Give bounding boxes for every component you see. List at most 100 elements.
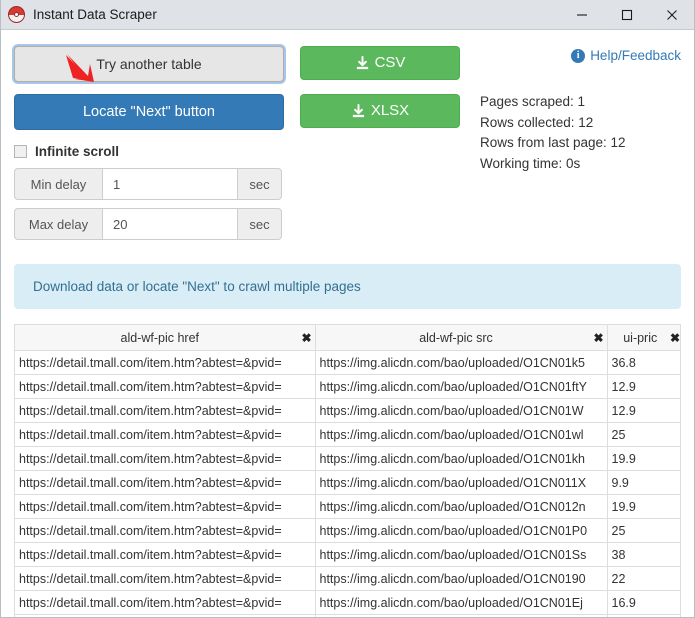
left-controls-column: Try another table Locate "Next" button I… — [14, 46, 284, 248]
table-row: https://detail.tmall.com/item.htm?abtest… — [15, 399, 681, 423]
table-row: https://detail.tmall.com/item.htm?abtest… — [15, 543, 681, 567]
table-row: https://detail.tmall.com/item.htm?abtest… — [15, 375, 681, 399]
cell-href: https://detail.tmall.com/item.htm?abtest… — [15, 495, 315, 519]
cell-href: https://detail.tmall.com/item.htm?abtest… — [15, 423, 315, 447]
main-content: Try another table Locate "Next" button I… — [1, 30, 694, 618]
close-icon[interactable] — [649, 0, 694, 30]
table-row: https://detail.tmall.com/item.htm?abtest… — [15, 495, 681, 519]
max-delay-input[interactable] — [102, 208, 238, 240]
cell-src: https://img.alicdn.com/bao/uploaded/O1CN… — [315, 399, 607, 423]
cell-src: https://img.alicdn.com/bao/uploaded/O1CN… — [315, 591, 607, 615]
cell-src: https://img.alicdn.com/bao/uploaded/O1CN… — [315, 495, 607, 519]
cell-price: 9.9 — [607, 471, 681, 495]
info-alert: Download data or locate "Next" to crawl … — [14, 264, 681, 309]
cell-price: 25 — [607, 519, 681, 543]
cell-price: 19.9 — [607, 447, 681, 471]
cell-href: https://detail.tmall.com/item.htm?abtest… — [15, 543, 315, 567]
download-xlsx-label: XLSX — [371, 103, 409, 119]
table-row: https://detail.tmall.com/item.htm?abtest… — [15, 351, 681, 375]
cell-src: https://img.alicdn.com/bao/uploaded/O1CN… — [315, 351, 607, 375]
help-feedback-label: Help/Feedback — [590, 48, 681, 63]
stat-working-time: Working time: 0s — [480, 154, 681, 175]
table-row: https://detail.tmall.com/item.htm?abtest… — [15, 447, 681, 471]
cell-src: https://img.alicdn.com/bao/uploaded/O1CN… — [315, 567, 607, 591]
cell-price: 25 — [607, 423, 681, 447]
window-controls — [559, 0, 694, 30]
cell-price: 38 — [607, 543, 681, 567]
data-table-container: ald-wf-pic href ✖ ald-wf-pic src ✖ ui-pr… — [14, 324, 681, 618]
cell-price: 36.8 — [607, 351, 681, 375]
column-header-href-label: ald-wf-pic href — [19, 331, 311, 345]
download-icon — [355, 56, 370, 71]
scrape-stats: Pages scraped: 1 Rows collected: 12 Rows… — [480, 92, 681, 174]
cell-href: https://detail.tmall.com/item.htm?abtest… — [15, 567, 315, 591]
cell-src: https://img.alicdn.com/bao/uploaded/O1CN… — [315, 519, 607, 543]
remove-column-icon[interactable]: ✖ — [670, 332, 680, 344]
table-header: ald-wf-pic href ✖ ald-wf-pic src ✖ ui-pr… — [15, 325, 681, 351]
controls-area: Try another table Locate "Next" button I… — [1, 30, 694, 248]
download-xlsx-button[interactable]: XLSX — [300, 94, 460, 128]
cell-price: 12.9 — [607, 615, 681, 618]
cell-href: https://detail.tmall.com/item.htm?abtest… — [15, 447, 315, 471]
column-header-price-label: ui-pric — [612, 331, 680, 345]
column-header-href[interactable]: ald-wf-pic href ✖ — [15, 325, 315, 351]
cell-src: https://img.alicdn.com/bao/uploaded/O1CN… — [315, 615, 607, 618]
cell-src: https://img.alicdn.com/bao/uploaded/O1CN… — [315, 375, 607, 399]
cell-href: https://detail.tmall.com/item.htm?abtest… — [15, 351, 315, 375]
infinite-scroll-checkbox[interactable] — [14, 145, 27, 158]
min-delay-input[interactable] — [102, 168, 238, 200]
cell-href: https://detail.tmall.com/item.htm?abtest… — [15, 471, 315, 495]
table-row: https://detail.tmall.com/item.htm?abtest… — [15, 567, 681, 591]
min-delay-label: Min delay — [14, 168, 102, 200]
app-logo-icon — [8, 6, 25, 23]
cell-href: https://detail.tmall.com/item.htm?abtest… — [15, 375, 315, 399]
cell-price: 22 — [607, 567, 681, 591]
remove-column-icon[interactable]: ✖ — [301, 332, 311, 344]
download-csv-button[interactable]: CSV — [300, 46, 460, 80]
export-buttons-column: CSV XLSX — [300, 46, 460, 128]
column-header-price[interactable]: ui-pric ✖ — [607, 325, 681, 351]
column-header-src[interactable]: ald-wf-pic src ✖ — [315, 325, 607, 351]
cell-href: https://detail.tmall.com/item.htm?abtest… — [15, 591, 315, 615]
column-header-src-label: ald-wf-pic src — [320, 331, 603, 345]
infinite-scroll-row[interactable]: Infinite scroll — [14, 144, 284, 159]
cell-href: https://detail.tmall.com/item.htm?abtest… — [15, 615, 315, 618]
cell-src: https://img.alicdn.com/bao/uploaded/O1CN… — [315, 447, 607, 471]
download-csv-label: CSV — [375, 55, 406, 71]
status-column: i Help/Feedback Pages scraped: 1 Rows co… — [480, 46, 681, 174]
cell-price: 16.9 — [607, 591, 681, 615]
cell-src: https://img.alicdn.com/bao/uploaded/O1CN… — [315, 423, 607, 447]
cell-price: 12.9 — [607, 375, 681, 399]
cell-src: https://img.alicdn.com/bao/uploaded/O1CN… — [315, 471, 607, 495]
table-row: https://detail.tmall.com/item.htm?abtest… — [15, 471, 681, 495]
help-feedback-link[interactable]: i Help/Feedback — [571, 48, 681, 63]
app-window: Instant Data Scraper Try another table — [0, 0, 695, 618]
info-circle-icon: i — [571, 49, 585, 63]
download-icon — [351, 104, 366, 119]
remove-column-icon[interactable]: ✖ — [593, 332, 603, 344]
cell-href: https://detail.tmall.com/item.htm?abtest… — [15, 399, 315, 423]
table-row: https://detail.tmall.com/item.htm?abtest… — [15, 519, 681, 543]
max-delay-group: Max delay sec — [14, 208, 282, 240]
table-row: https://detail.tmall.com/item.htm?abtest… — [15, 423, 681, 447]
title-bar: Instant Data Scraper — [1, 0, 694, 30]
cell-src: https://img.alicdn.com/bao/uploaded/O1CN… — [315, 543, 607, 567]
stat-pages-scraped: Pages scraped: 1 — [480, 92, 681, 113]
maximize-icon[interactable] — [604, 0, 649, 30]
minimize-icon[interactable] — [559, 0, 604, 30]
table-row: https://detail.tmall.com/item.htm?abtest… — [15, 591, 681, 615]
min-delay-group: Min delay sec — [14, 168, 282, 200]
table-body: https://detail.tmall.com/item.htm?abtest… — [15, 351, 681, 618]
stat-rows-collected: Rows collected: 12 — [480, 113, 681, 134]
infinite-scroll-label: Infinite scroll — [35, 144, 119, 159]
locate-next-button[interactable]: Locate "Next" button — [14, 94, 284, 130]
min-delay-unit: sec — [238, 168, 282, 200]
cell-href: https://detail.tmall.com/item.htm?abtest… — [15, 519, 315, 543]
try-another-table-button[interactable]: Try another table — [14, 46, 284, 82]
max-delay-unit: sec — [238, 208, 282, 240]
table-header-row: ald-wf-pic href ✖ ald-wf-pic src ✖ ui-pr… — [15, 325, 681, 351]
table-row: https://detail.tmall.com/item.htm?abtest… — [15, 615, 681, 618]
cell-price: 12.9 — [607, 399, 681, 423]
cell-price: 19.9 — [607, 495, 681, 519]
stat-rows-last-page: Rows from last page: 12 — [480, 133, 681, 154]
